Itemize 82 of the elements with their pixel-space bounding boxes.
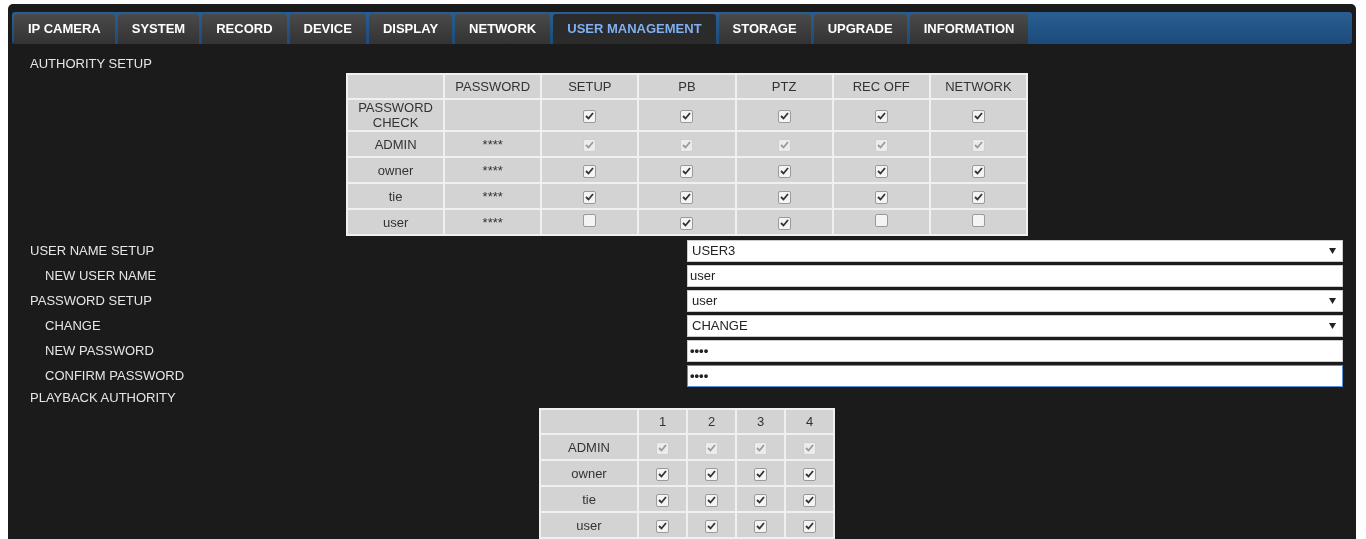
dropdown[interactable]: CHANGE (687, 314, 1343, 337)
table-cell: user (382, 214, 409, 230)
checkbox[interactable] (583, 109, 597, 123)
tab[interactable]: STORAGE (718, 14, 811, 44)
tab[interactable]: USER MANAGEMENT (553, 14, 716, 44)
table-cell: owner (571, 465, 607, 481)
checkbox[interactable] (680, 109, 694, 123)
table-cell: **** (482, 136, 503, 152)
table-cell: tie (582, 491, 596, 507)
checkbox[interactable] (971, 214, 985, 227)
input-field[interactable]: user (687, 264, 1343, 287)
checkbox[interactable] (583, 214, 597, 227)
checkbox[interactable] (777, 109, 791, 123)
table-cell: NETWORK (945, 79, 1012, 94)
password-field[interactable]: •••• (687, 364, 1343, 387)
field-label: PASSWORD SETUP (29, 291, 152, 310)
table-cell: tie (388, 188, 403, 204)
checkbox[interactable] (803, 519, 816, 533)
tab[interactable]: DEVICE (289, 14, 366, 44)
checkbox[interactable] (777, 216, 791, 230)
field-label: CONFIRM PASSWORD (44, 366, 185, 385)
table-cell: SETUP (568, 79, 612, 94)
checkbox[interactable] (777, 190, 791, 204)
table-cell: PASSWORD (455, 79, 531, 94)
table-cell: ADMIN (568, 439, 610, 455)
dropdown-arrow-icon (1329, 297, 1336, 304)
checkbox[interactable] (656, 467, 669, 481)
table-cell: **** (482, 162, 503, 178)
checkbox[interactable] (680, 164, 694, 178)
tab[interactable]: RECORD (202, 14, 287, 44)
tab[interactable]: IP CAMERA (14, 14, 115, 44)
checkbox[interactable] (656, 493, 669, 507)
table-cell: 2 (707, 414, 716, 429)
table-cell: 1 (658, 414, 667, 429)
checkbox[interactable] (874, 164, 888, 178)
tab[interactable]: INFORMATION (909, 14, 1029, 44)
checkbox[interactable] (705, 519, 718, 533)
checkbox[interactable] (680, 190, 694, 204)
field-label: NEW USER NAME (44, 266, 157, 285)
section-title: AUTHORITY SETUP (29, 56, 153, 72)
checkbox[interactable] (680, 216, 694, 230)
checkbox[interactable] (705, 493, 718, 507)
checkbox[interactable] (971, 164, 985, 178)
table-cell: ADMIN (374, 136, 417, 152)
section-title: PLAYBACK AUTHORITY (29, 389, 177, 407)
checkbox[interactable] (971, 190, 985, 204)
table-cell: **** (482, 214, 503, 230)
checkbox[interactable] (874, 109, 888, 123)
table-cell: PB (678, 79, 696, 94)
checkbox[interactable] (874, 214, 888, 227)
table-cell: PTZ (771, 79, 797, 94)
checkbox[interactable] (803, 493, 816, 507)
table-cell: owner (377, 162, 414, 178)
checkbox[interactable] (971, 109, 985, 123)
table-cell: user (576, 517, 602, 533)
table-cell: 3 (756, 414, 765, 429)
checkbox[interactable] (583, 190, 597, 204)
checkbox[interactable] (777, 164, 791, 178)
checkbox[interactable] (754, 493, 767, 507)
tab[interactable]: SYSTEM (117, 14, 200, 44)
field-label: NEW PASSWORD (44, 341, 154, 360)
checkbox[interactable] (656, 519, 669, 533)
tab[interactable]: NETWORK (455, 14, 551, 44)
checkbox[interactable] (705, 467, 718, 481)
table-cell: REC OFF (852, 79, 910, 94)
checkbox[interactable] (583, 164, 597, 178)
field-label: CHANGE (44, 316, 101, 335)
checkbox[interactable] (874, 190, 888, 204)
dropdown[interactable]: USER3 (687, 239, 1343, 262)
dropdown-arrow-icon (1329, 247, 1336, 254)
table-cell: 4 (805, 414, 814, 429)
field-label: USER NAME SETUP (29, 241, 155, 260)
tab[interactable]: DISPLAY (368, 14, 453, 44)
table-cell: **** (482, 188, 503, 204)
dropdown[interactable]: user (687, 289, 1343, 312)
dropdown-arrow-icon (1329, 322, 1336, 329)
checkbox[interactable] (754, 467, 767, 481)
table-cell: PASSWORD CHECK (358, 100, 433, 130)
tab[interactable]: UPGRADE (813, 14, 907, 44)
checkbox[interactable] (803, 467, 816, 481)
password-field[interactable]: •••• (687, 339, 1343, 362)
checkbox[interactable] (754, 519, 767, 533)
